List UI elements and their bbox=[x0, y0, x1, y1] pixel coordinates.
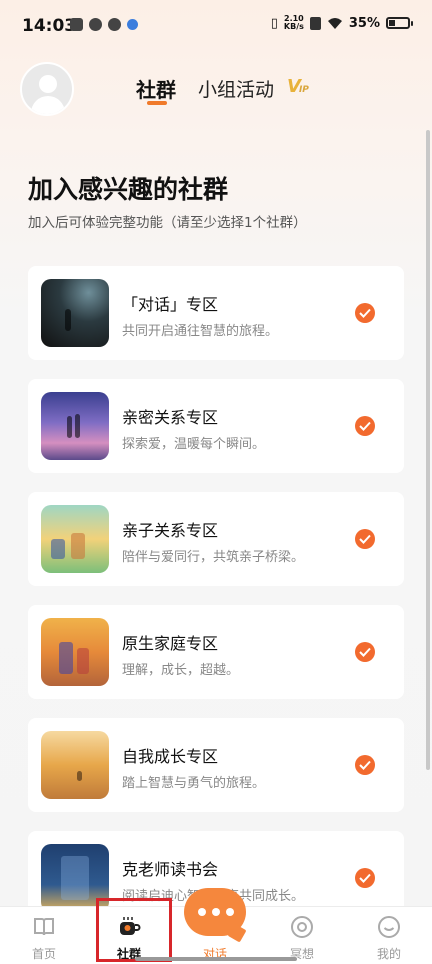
community-card[interactable]: 亲子关系专区 陪伴与爱同行，共筑亲子桥梁。 bbox=[28, 492, 404, 586]
battery-icon bbox=[386, 17, 413, 29]
family-illustration bbox=[77, 648, 89, 674]
nav-home-label: 首页 bbox=[31, 947, 56, 961]
community-card[interactable]: 自我成长专区 踏上智慧与勇气的旅程。 bbox=[28, 718, 404, 812]
community-name: 「对话」专区 bbox=[122, 295, 219, 314]
book-illustration bbox=[61, 856, 89, 900]
tab-group-activities[interactable]: 小组活动 bbox=[198, 75, 274, 102]
avatar-head bbox=[39, 75, 57, 93]
network-speed: 2.10 KB/s bbox=[284, 15, 304, 31]
community-name: 亲子关系专区 bbox=[122, 521, 219, 540]
status-bar: 14:03 ▯ 2.10 KB/s 35% bbox=[0, 0, 432, 52]
figure-silhouette bbox=[77, 771, 82, 781]
community-card[interactable]: 「对话」专区 共同开启通往智慧的旅程。 bbox=[28, 266, 404, 360]
chat-bubble-icon[interactable] bbox=[184, 888, 246, 936]
community-card[interactable]: 原生家庭专区 理解，成长，超越。 bbox=[28, 605, 404, 699]
community-thumbnail bbox=[41, 618, 109, 686]
checkmark-icon[interactable] bbox=[355, 303, 375, 323]
community-desc: 理解，成长，超越。 bbox=[122, 663, 240, 678]
community-desc: 踏上智慧与勇气的旅程。 bbox=[122, 776, 266, 791]
community-thumbnail bbox=[41, 279, 109, 347]
checkmark-icon[interactable] bbox=[355, 416, 375, 436]
scrollbar[interactable] bbox=[426, 130, 430, 770]
figure-silhouette bbox=[65, 309, 71, 331]
community-desc: 共同开启通往智慧的旅程。 bbox=[122, 324, 279, 339]
community-thumbnail bbox=[41, 505, 109, 573]
nav-meditate[interactable]: 冥想 bbox=[262, 907, 342, 964]
book-icon bbox=[34, 918, 54, 936]
battery-text: 35% bbox=[348, 15, 380, 31]
sim-off-icon bbox=[309, 16, 321, 30]
net-speed-unit: KB/s bbox=[283, 22, 304, 31]
status-right: ▯ 2.10 KB/s 35% bbox=[270, 15, 413, 31]
nav-home[interactable]: 首页 bbox=[4, 907, 84, 964]
vibrate-icon: ▯ bbox=[270, 15, 278, 31]
family-illustration bbox=[59, 642, 73, 674]
family-illustration bbox=[51, 539, 65, 559]
family-illustration bbox=[71, 533, 85, 559]
app-icon bbox=[89, 18, 102, 31]
checkmark-icon[interactable] bbox=[355, 868, 375, 888]
tab-active-indicator bbox=[147, 101, 167, 105]
nav-me[interactable]: 我的 bbox=[349, 907, 429, 964]
avatar[interactable] bbox=[20, 62, 74, 116]
vip-badge: VIP bbox=[287, 76, 309, 97]
app-icon bbox=[108, 18, 121, 31]
community-desc: 探索爱，温暖每个瞬间。 bbox=[122, 437, 266, 452]
checkmark-icon[interactable] bbox=[355, 529, 375, 549]
meditate-icon bbox=[291, 916, 313, 938]
wifi-icon bbox=[327, 17, 342, 29]
community-name: 亲密关系专区 bbox=[122, 408, 219, 427]
community-name: 克老师读书会 bbox=[122, 860, 219, 879]
community-name: 自我成长专区 bbox=[122, 747, 219, 766]
community-name: 原生家庭专区 bbox=[122, 634, 219, 653]
status-time: 14:03 bbox=[22, 16, 77, 36]
page-title: 加入感兴趣的社群 bbox=[28, 175, 229, 204]
chat-dots bbox=[198, 908, 234, 916]
app-icon bbox=[127, 19, 138, 30]
selected-highlight-box bbox=[96, 898, 172, 962]
tab-community[interactable]: 社群 bbox=[136, 74, 176, 103]
notification-icon bbox=[70, 18, 83, 31]
checkmark-icon[interactable] bbox=[355, 755, 375, 775]
notification-icons bbox=[70, 18, 138, 31]
community-thumbnail bbox=[41, 392, 109, 460]
nav-me-label: 我的 bbox=[376, 947, 401, 961]
figure-silhouette bbox=[75, 414, 80, 438]
home-indicator[interactable] bbox=[135, 957, 297, 961]
avatar-body bbox=[31, 96, 65, 114]
checkmark-icon[interactable] bbox=[355, 642, 375, 662]
figure-silhouette bbox=[67, 416, 72, 438]
community-card[interactable]: 亲密关系专区 探索爱，温暖每个瞬间。 bbox=[28, 379, 404, 473]
smile-face-icon bbox=[378, 916, 400, 938]
community-thumbnail bbox=[41, 731, 109, 799]
page-subtitle: 加入后可体验完整功能（请至少选择1个社群） bbox=[28, 215, 307, 231]
community-desc: 陪伴与爱同行，共筑亲子桥梁。 bbox=[122, 550, 305, 565]
